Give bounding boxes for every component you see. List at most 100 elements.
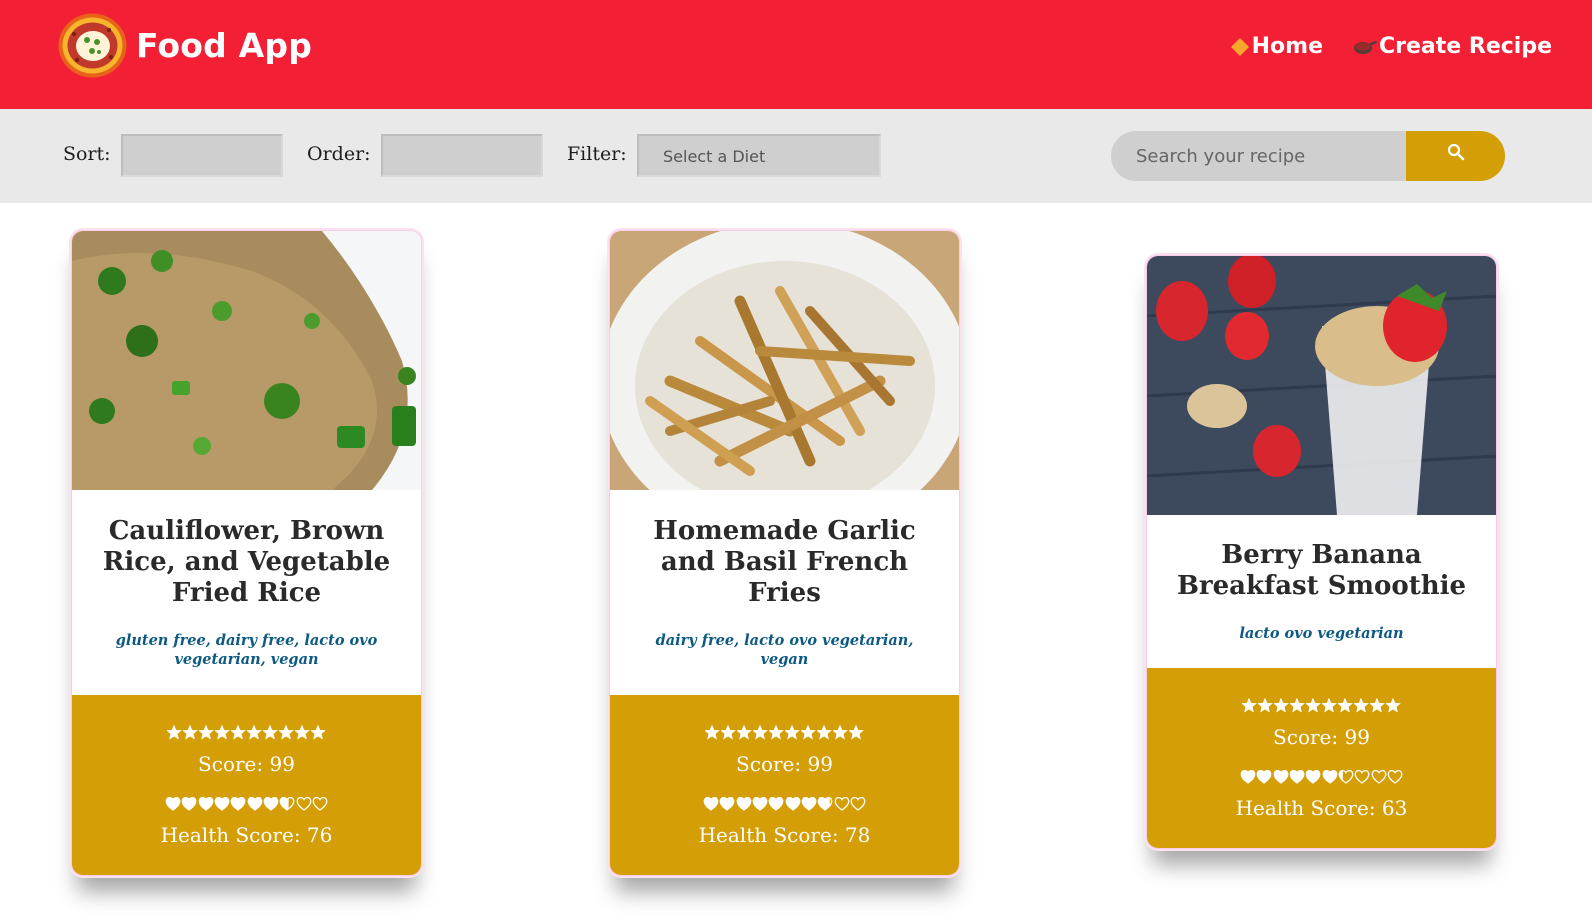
search-icon: [1447, 143, 1464, 161]
star-icon: [1306, 698, 1321, 713]
order-label: Order:: [307, 143, 371, 165]
sort-select[interactable]: [121, 134, 283, 177]
filter-label: Filter:: [567, 143, 627, 165]
heart-icon: [1371, 770, 1387, 784]
search-input[interactable]: [1111, 131, 1406, 181]
recipe-card-body: Berry Banana Breakfast Smoothie lacto ov…: [1147, 515, 1496, 668]
frying-pan-icon: [1354, 40, 1377, 54]
score-stars: [705, 725, 865, 740]
heart-icon: [198, 797, 213, 811]
star-icon: [849, 725, 864, 740]
filter-toolbar: Sort: Order: Filter: Select a Diet: [0, 109, 1592, 203]
heart-icon: [1240, 770, 1256, 784]
star-icon: [1242, 698, 1257, 713]
star-icon: [247, 725, 262, 740]
heart-icon: [181, 797, 197, 811]
heart-icon: [165, 797, 181, 811]
recipe-diets: lacto ovo vegetarian: [1239, 625, 1404, 642]
heart-icon: [703, 797, 719, 811]
heart-icon: [280, 797, 295, 811]
star-icon: [1258, 698, 1273, 713]
nav-home-label: Home: [1251, 34, 1324, 59]
order-select[interactable]: [381, 134, 543, 177]
star-icon: [215, 725, 230, 740]
recipe-card[interactable]: Homemade Garlic and Basil French Fries d…: [609, 230, 960, 876]
star-icon: [1370, 698, 1385, 713]
heart-icon: [834, 797, 850, 811]
star-icon: [1386, 698, 1401, 713]
heart-icon: [1273, 770, 1288, 784]
heart-icon: [247, 797, 263, 811]
star-icon: [311, 725, 326, 740]
search-bar: [1111, 131, 1505, 181]
star-icon: [737, 725, 752, 740]
star-icon: [721, 725, 736, 740]
star-icon: [1354, 698, 1369, 713]
heart-icon: [296, 797, 312, 811]
recipe-title: Berry Banana Breakfast Smoothie: [1176, 540, 1467, 601]
nav-links: Home Create Recipe: [1230, 34, 1552, 59]
heart-icon: [263, 797, 279, 811]
recipe-title: Cauliflower, Brown Rice, and Vegetable F…: [102, 516, 391, 608]
health-hearts: [1240, 769, 1404, 784]
health-hearts: [165, 796, 329, 811]
heart-icon: [1305, 770, 1321, 784]
home-icon: [1230, 37, 1249, 56]
star-icon: [231, 725, 246, 740]
score-text: Score: 99: [1273, 725, 1370, 749]
heart-icon: [850, 797, 866, 811]
star-icon: [1322, 698, 1337, 713]
recipe-diets: dairy free, lacto ovo vegetarian, vegan: [655, 632, 914, 668]
star-icon: [833, 725, 848, 740]
recipe-card-body: Cauliflower, Brown Rice, and Vegetable F…: [72, 490, 421, 695]
heart-icon: [1289, 770, 1305, 784]
heart-icon: [736, 797, 751, 811]
recipe-card[interactable]: Berry Banana Breakfast Smoothie lacto ov…: [1146, 255, 1497, 849]
star-icon: [1290, 698, 1305, 713]
star-icon: [1274, 698, 1289, 713]
recipe-diets: gluten free, dairy free, lacto ovo veget…: [115, 632, 378, 668]
heart-icon: [312, 797, 328, 811]
health-hearts: [703, 796, 867, 811]
heart-icon: [214, 797, 230, 811]
star-icon: [279, 725, 294, 740]
star-icon: [183, 725, 198, 740]
heart-icon: [818, 797, 833, 811]
heart-icon: [768, 797, 784, 811]
health-score-text: Health Score: 78: [698, 823, 871, 847]
recipe-score-panel: Score: 99 Health Score: 78: [610, 695, 959, 875]
star-icon: [753, 725, 768, 740]
brand-link[interactable]: Food App: [57, 12, 312, 79]
score-text: Score: 99: [198, 752, 295, 776]
recipe-score-panel: Score: 99 Health Score: 76: [72, 695, 421, 875]
recipe-image-fried-rice: [72, 231, 421, 490]
nav-home-link[interactable]: Home: [1230, 34, 1323, 59]
brand-title: Food App: [136, 26, 313, 65]
top-navbar: Food App Home Create Recipe: [0, 0, 1592, 109]
recipe-title: Homemade Garlic and Basil French Fries: [653, 516, 916, 608]
search-button[interactable]: [1406, 131, 1505, 181]
star-icon: [295, 725, 310, 740]
nav-create-recipe-link[interactable]: Create Recipe: [1353, 34, 1552, 59]
heart-icon: [1322, 770, 1338, 784]
star-icon: [199, 725, 214, 740]
recipe-image-smoothie: [1147, 256, 1496, 515]
health-score-text: Health Score: 63: [1235, 796, 1408, 820]
star-icon: [167, 725, 182, 740]
heart-icon: [785, 797, 801, 811]
star-icon: [817, 725, 832, 740]
nav-create-recipe-label: Create Recipe: [1379, 34, 1552, 59]
recipe-card-body: Homemade Garlic and Basil French Fries d…: [610, 490, 959, 695]
heart-icon: [801, 797, 817, 811]
sort-label: Sort:: [63, 143, 111, 165]
recipe-card[interactable]: Cauliflower, Brown Rice, and Vegetable F…: [71, 230, 422, 876]
star-icon: [769, 725, 784, 740]
star-icon: [705, 725, 720, 740]
star-icon: [785, 725, 800, 740]
score-stars: [1242, 698, 1402, 713]
diet-filter-select[interactable]: Select a Diet: [637, 134, 881, 177]
score-stars: [167, 725, 327, 740]
heart-icon: [1256, 770, 1272, 784]
recipe-score-panel: Score: 99 Health Score: 63: [1147, 668, 1496, 848]
star-icon: [801, 725, 816, 740]
